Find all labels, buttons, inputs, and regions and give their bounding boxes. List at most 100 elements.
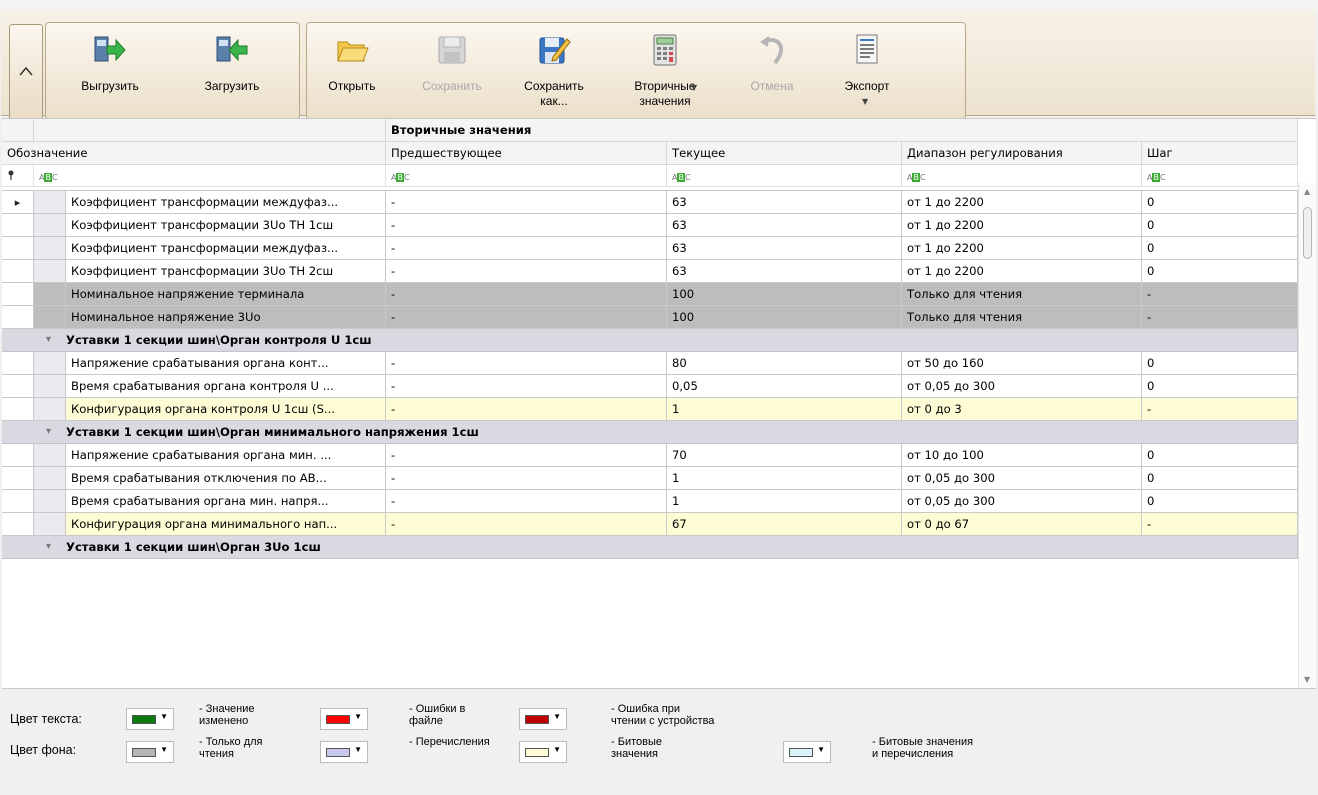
cell-current[interactable]: 0,05: [667, 375, 902, 398]
scroll-up-icon[interactable]: ▲: [1304, 187, 1310, 196]
cell-current[interactable]: 67: [667, 513, 902, 536]
table-row[interactable]: Номинальное напряжение терминала -100 Толь…: [2, 283, 1298, 306]
row-indicator[interactable]: [2, 260, 34, 283]
cell-designation: Коэффициент трансформации междуфаз...: [66, 237, 386, 260]
collapse-group-icon[interactable]: ▾: [46, 421, 51, 443]
undo-button[interactable]: Отмена: [737, 23, 807, 119]
download-button[interactable]: Загрузить: [182, 23, 282, 119]
collapse-group-icon[interactable]: ▾: [46, 329, 51, 351]
color-picker[interactable]: ▼: [126, 708, 174, 730]
cell-current[interactable]: 63: [667, 191, 902, 214]
group-row[interactable]: ▾ Уставки 1 секции шин\Орган минимального…: [2, 421, 1298, 444]
table-row[interactable]: Время срабатывания отключения по АВ... -1…: [2, 467, 1298, 490]
color-legend: Цвет текста: Цвет фона: ▼ - Значение изме…: [2, 688, 1316, 795]
color-picker[interactable]: ▼: [320, 741, 368, 763]
cell-current[interactable]: 1: [667, 398, 902, 421]
cell-previous: -: [386, 191, 667, 214]
band-header-secondary-values: Вторичные значения: [386, 119, 1298, 142]
scrollbar-thumb[interactable]: [1303, 207, 1312, 259]
cell-current[interactable]: 63: [667, 214, 902, 237]
cell-current[interactable]: 80: [667, 352, 902, 375]
column-header-current[interactable]: Текущее: [667, 142, 902, 165]
cell-range: от 1 до 2200: [902, 237, 1142, 260]
cell-current[interactable]: 70: [667, 444, 902, 467]
row-indicator[interactable]: [2, 352, 34, 375]
table-row[interactable]: Время срабатывания органа мин. напря... -…: [2, 490, 1298, 513]
filter-cell-step[interactable]: ABC: [1142, 165, 1298, 187]
cell-step: -: [1142, 513, 1298, 536]
row-indicator[interactable]: [2, 467, 34, 490]
table-row[interactable]: Коэффициент трансформации междуфаз... -63…: [2, 237, 1298, 260]
table-row[interactable]: Коэффициент трансформации 3Uo ТН 1сш -63 о…: [2, 214, 1298, 237]
cell-step: 0: [1142, 260, 1298, 283]
cell-range: от 50 до 160: [902, 352, 1142, 375]
row-indicator[interactable]: [2, 214, 34, 237]
cell-current[interactable]: 100: [667, 306, 902, 329]
row-indicator[interactable]: ▸: [2, 191, 34, 214]
save-button[interactable]: Сохранить: [413, 23, 491, 119]
cell-designation: Коэффициент трансформации междуфаз...: [66, 191, 386, 214]
filter-cell-range[interactable]: ABC: [902, 165, 1142, 187]
save-as-button[interactable]: Сохранить как...: [515, 23, 593, 119]
row-indicator[interactable]: [2, 398, 34, 421]
open-label: Открыть: [328, 79, 376, 93]
open-button[interactable]: Открыть: [313, 23, 391, 119]
table-row[interactable]: Номинальное напряжение 3Uo -100 Только для…: [2, 306, 1298, 329]
export-button[interactable]: Экспорт ▼: [829, 23, 905, 119]
legend-description: - Ошибки в файле: [409, 703, 466, 727]
cell-previous: -: [386, 490, 667, 513]
table-row[interactable]: Конфигурация органа контроля U 1сш (S...…: [2, 398, 1298, 421]
color-picker[interactable]: ▼: [519, 708, 567, 730]
table-row[interactable]: Время срабатывания органа контроля U ...…: [2, 375, 1298, 398]
collapse-group-icon[interactable]: ▾: [46, 536, 51, 558]
column-header-step[interactable]: Шаг: [1142, 142, 1298, 165]
row-indicator[interactable]: [2, 306, 34, 329]
group-row[interactable]: ▾ Уставки 1 секции шин\Орган контроля U 1…: [2, 329, 1298, 352]
cell-current[interactable]: 63: [667, 237, 902, 260]
cell-current[interactable]: 1: [667, 467, 902, 490]
color-picker[interactable]: ▼: [320, 708, 368, 730]
cell-designation: Конфигурация органа минимального нап...: [66, 513, 386, 536]
cell-range: от 1 до 2200: [902, 260, 1142, 283]
row-indicator[interactable]: [2, 375, 34, 398]
row-indicator[interactable]: [2, 444, 34, 467]
color-picker[interactable]: ▼: [519, 741, 567, 763]
cell-previous: -: [386, 214, 667, 237]
column-header-designation[interactable]: Обозначение: [2, 142, 386, 165]
table-row[interactable]: Напряжение срабатывания органа мин. ... -…: [2, 444, 1298, 467]
color-picker[interactable]: ▼: [126, 741, 174, 763]
row-indicator[interactable]: [2, 513, 34, 536]
cell-previous: -: [386, 306, 667, 329]
color-swatch: [326, 748, 350, 757]
column-header-previous[interactable]: Предшествующее: [386, 142, 667, 165]
cell-current[interactable]: 1: [667, 490, 902, 513]
upload-button[interactable]: Выгрузить: [60, 23, 160, 119]
group-row[interactable]: ▾ Уставки 1 секции шин\Орган 3Uo 1сш: [2, 536, 1298, 559]
table-row[interactable]: ▸ Коэффициент трансформации междуфаз... -6…: [2, 191, 1298, 214]
cell-designation: Время срабатывания органа контроля U ...: [66, 375, 386, 398]
scroll-down-icon[interactable]: ▼: [1304, 675, 1310, 684]
table-row[interactable]: Конфигурация органа минимального нап... -…: [2, 513, 1298, 536]
row-indicator[interactable]: [2, 237, 34, 260]
chevron-down-icon: ▼: [862, 97, 869, 106]
secondary-values-button[interactable]: Вторичные значения ▼: [623, 23, 707, 119]
group-indent: [34, 352, 66, 375]
color-picker[interactable]: ▼: [783, 741, 831, 763]
column-header-range[interactable]: Диапазон регулирования: [902, 142, 1142, 165]
vertical-scrollbar[interactable]: ▲ ▼: [1298, 183, 1316, 688]
cell-range: от 0 до 3: [902, 398, 1142, 421]
download-icon: [216, 36, 248, 62]
ribbon-group-device: Выгрузить Загрузить: [45, 22, 300, 120]
chevron-down-icon: ▼: [354, 712, 362, 721]
cell-current[interactable]: 63: [667, 260, 902, 283]
collapse-ribbon-button[interactable]: [9, 24, 43, 120]
save-icon: [438, 36, 466, 64]
filter-cell-designation[interactable]: ABC: [34, 165, 386, 187]
row-indicator[interactable]: [2, 490, 34, 513]
row-indicator[interactable]: [2, 283, 34, 306]
filter-cell-current[interactable]: ABC: [667, 165, 902, 187]
table-row[interactable]: Коэффициент трансформации 3Uo ТН 2сш -63 о…: [2, 260, 1298, 283]
filter-cell-previous[interactable]: ABC: [386, 165, 667, 187]
cell-current[interactable]: 100: [667, 283, 902, 306]
table-row[interactable]: Напряжение срабатывания органа конт... -8…: [2, 352, 1298, 375]
